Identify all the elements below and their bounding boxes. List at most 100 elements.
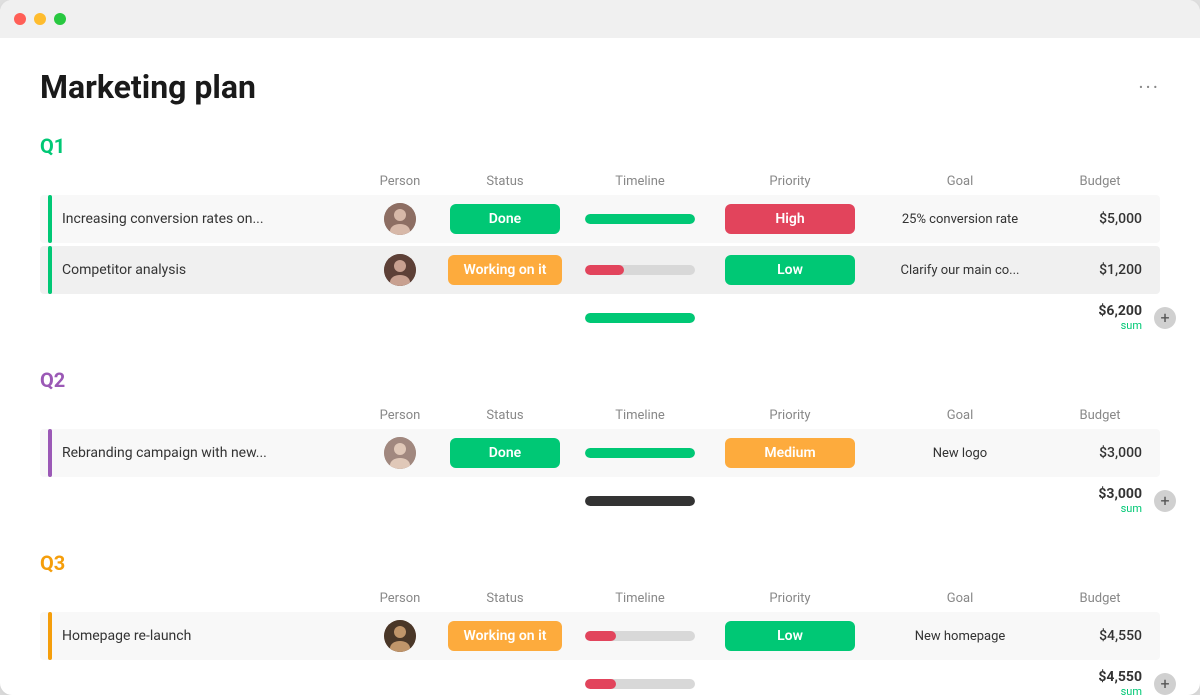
- q1-row1-priority-badge: High: [725, 204, 855, 234]
- q1-row2-budget: $1,200: [1050, 262, 1150, 278]
- q1-header: Person Status Timeline Priority Goal Bud…: [40, 168, 1160, 195]
- q1-row1-timeline-track: [585, 214, 695, 224]
- q1-row1-budget: $5,000: [1050, 211, 1150, 227]
- q3-add-col: [1150, 591, 1180, 606]
- q3-row1-priority[interactable]: Low: [710, 621, 870, 651]
- q2-col-name: [40, 408, 360, 423]
- q3-row1-timeline-fill: [585, 631, 616, 641]
- q3-row1-budget: $4,550: [1050, 628, 1150, 644]
- q1-col-name: [40, 174, 360, 189]
- more-button[interactable]: ···: [1138, 75, 1160, 99]
- q1-row2-status-badge: Working on it: [448, 255, 563, 285]
- q1-label: Q1: [40, 134, 1160, 158]
- q1-col-status: Status: [440, 174, 570, 189]
- q3-row1-name: Homepage re-launch: [40, 612, 360, 660]
- q2-row1-avatar: [384, 437, 416, 469]
- q1-row2-timeline-fill: [585, 265, 624, 275]
- q2-col-budget: Budget: [1050, 408, 1150, 423]
- q1-row1-name: Increasing conversion rates on...: [40, 195, 360, 243]
- q1-row-2: Competitor analysis Working on it Low: [40, 246, 1160, 294]
- q1-sum-row: $6,200 sum +: [40, 297, 1160, 338]
- q1-col-person: Person: [360, 174, 440, 189]
- q2-col-goal: Goal: [870, 408, 1050, 423]
- q3-col-status: Status: [440, 591, 570, 606]
- minimize-dot[interactable]: [34, 13, 46, 25]
- q1-add-button[interactable]: +: [1154, 307, 1176, 329]
- q2-col-person: Person: [360, 408, 440, 423]
- q3-add-button[interactable]: +: [1154, 673, 1176, 695]
- q1-sum-amount: $6,200: [1050, 303, 1142, 319]
- q2-row1-timeline-fill: [585, 448, 695, 458]
- close-dot[interactable]: [14, 13, 26, 25]
- q3-sum-amount: $4,550: [1050, 669, 1142, 685]
- q2-row-1: Rebranding campaign with new... Done M: [40, 429, 1160, 477]
- q3-sum-label: sum: [1050, 685, 1142, 695]
- q1-row2-timeline-track: [585, 265, 695, 275]
- q1-row2-priority[interactable]: Low: [710, 255, 870, 285]
- q1-row2-status[interactable]: Working on it: [440, 255, 570, 285]
- q3-row1-border: [48, 612, 52, 660]
- q2-row1-status-badge: Done: [450, 438, 560, 468]
- q3-row1-status-badge: Working on it: [448, 621, 563, 651]
- page-header: Marketing plan ···: [40, 68, 1160, 106]
- q1-col-timeline: Timeline: [570, 174, 710, 189]
- q1-row1-status[interactable]: Done: [440, 204, 570, 234]
- q3-label: Q3: [40, 551, 1160, 575]
- q2-sum-timeline: [585, 496, 695, 506]
- q2-col-status: Status: [440, 408, 570, 423]
- q1-add-col: [1150, 174, 1180, 189]
- q3-sum-fill: [585, 679, 616, 689]
- q1-row2-timeline: [570, 265, 710, 275]
- q3-sum-row: $4,550 sum +: [40, 663, 1160, 695]
- q1-row1-timeline-fill: [585, 214, 695, 224]
- q2-sum-amount: $3,000: [1050, 486, 1142, 502]
- q1-section: Q1 Person Status Timeline Priority Goal …: [40, 134, 1160, 338]
- titlebar: [0, 0, 1200, 38]
- q2-row1-goal: New logo: [870, 446, 1050, 461]
- q1-row2-border: [48, 246, 52, 294]
- q1-row1-status-badge: Done: [450, 204, 560, 234]
- q2-row1-border: [48, 429, 52, 477]
- q2-row1-timeline: [570, 448, 710, 458]
- q3-col-goal: Goal: [870, 591, 1050, 606]
- q1-row2-priority-badge: Low: [725, 255, 855, 285]
- q1-row2-person: [360, 254, 440, 286]
- q2-sum-row: $3,000 sum +: [40, 480, 1160, 521]
- q1-sum-fill: [585, 313, 695, 323]
- q2-header: Person Status Timeline Priority Goal Bud…: [40, 402, 1160, 429]
- q2-label: Q2: [40, 368, 1160, 392]
- q2-sum-col: $3,000 sum: [1050, 486, 1150, 515]
- q3-header: Person Status Timeline Priority Goal Bud…: [40, 585, 1160, 612]
- q1-row-1: Increasing conversion rates on... Done: [40, 195, 1160, 243]
- q3-section: Q3 Person Status Timeline Priority Goal …: [40, 551, 1160, 695]
- q2-row1-person: [360, 437, 440, 469]
- q2-col-timeline: Timeline: [570, 408, 710, 423]
- q2-col-priority: Priority: [710, 408, 870, 423]
- q2-row1-budget: $3,000: [1050, 445, 1150, 461]
- q2-row1-priority-badge: Medium: [725, 438, 855, 468]
- q2-row1-priority[interactable]: Medium: [710, 438, 870, 468]
- q3-row1-timeline: [570, 631, 710, 641]
- q2-row1-status[interactable]: Done: [440, 438, 570, 468]
- q3-row1-priority-badge: Low: [725, 621, 855, 651]
- q1-row1-person: [360, 203, 440, 235]
- q1-sum-timeline: [585, 313, 695, 323]
- main-content: Marketing plan ··· Q1 Person Status Time…: [0, 38, 1200, 695]
- q2-row1-name: Rebranding campaign with new...: [40, 429, 360, 477]
- q1-row1-priority[interactable]: High: [710, 204, 870, 234]
- q2-section: Q2 Person Status Timeline Priority Goal …: [40, 368, 1160, 521]
- q3-row1-goal: New homepage: [870, 629, 1050, 644]
- q2-sum-fill: [585, 496, 695, 506]
- q3-row1-status[interactable]: Working on it: [440, 621, 570, 651]
- q3-col-timeline: Timeline: [570, 591, 710, 606]
- maximize-dot[interactable]: [54, 13, 66, 25]
- q3-col-name: [40, 591, 360, 606]
- q1-row1-avatar: [384, 203, 416, 235]
- q3-sum-timeline: [585, 679, 695, 689]
- q3-sum-col: $4,550 sum: [1050, 669, 1150, 695]
- q2-add-col: [1150, 408, 1180, 423]
- q1-sum-col: $6,200 sum: [1050, 303, 1150, 332]
- q2-row1-timeline-track: [585, 448, 695, 458]
- q1-sum-label: sum: [1050, 319, 1142, 332]
- q2-add-button[interactable]: +: [1154, 490, 1176, 512]
